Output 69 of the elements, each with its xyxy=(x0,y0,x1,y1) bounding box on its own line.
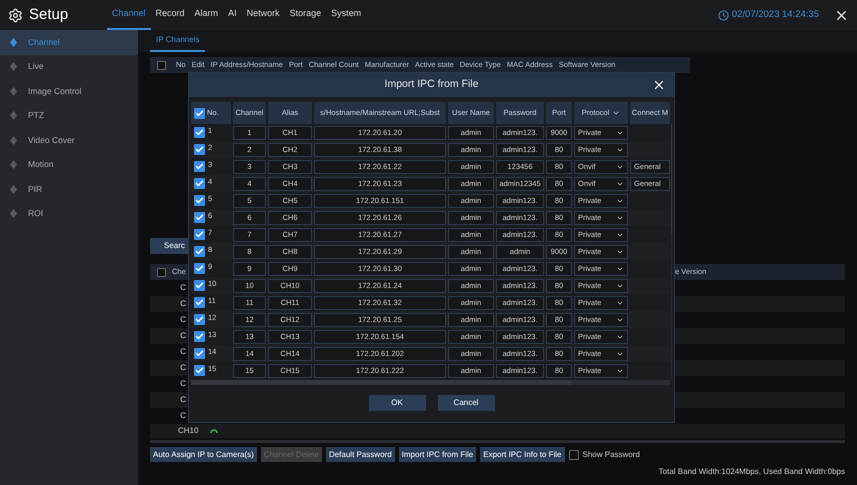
sub-tab[interactable]: IP Channels xyxy=(150,30,206,52)
checkbox[interactable] xyxy=(156,268,166,276)
checkbox[interactable] xyxy=(194,263,205,274)
diamond-icon xyxy=(10,86,17,96)
cancel-button[interactable]: Cancel xyxy=(438,395,494,411)
table-cell: CH10 xyxy=(178,425,198,437)
checkbox[interactable] xyxy=(194,212,205,223)
checkbox[interactable] xyxy=(568,450,578,460)
checkbox[interactable] xyxy=(156,60,166,70)
checkbox[interactable] xyxy=(194,348,205,359)
action-button[interactable]: Export IPC Info to File xyxy=(480,447,564,462)
table-cell-text: C xyxy=(179,330,187,342)
diamond-icon xyxy=(10,111,17,120)
menu-tab[interactable]: AI xyxy=(223,0,242,30)
search-button[interactable]: Searc xyxy=(150,238,188,254)
table-cell-text: C xyxy=(179,410,187,422)
checkbox[interactable] xyxy=(194,365,205,376)
diamond-icon xyxy=(10,209,17,218)
sidebar-item[interactable]: PIR xyxy=(0,177,138,202)
checkbox[interactable] xyxy=(194,280,205,291)
checkbox[interactable] xyxy=(194,144,205,155)
menu-tab[interactable]: System xyxy=(326,0,366,30)
dialog-title: Import IPC from File xyxy=(384,77,478,92)
vertical-scrollbar[interactable] xyxy=(671,124,672,379)
table-cell-text: C xyxy=(179,314,187,326)
checkbox[interactable] xyxy=(194,229,205,240)
table-cell-text: C xyxy=(179,394,187,406)
diamond-icon xyxy=(10,160,17,170)
sidebar-item[interactable]: Image Control xyxy=(0,79,138,104)
table-cell-text: C xyxy=(179,298,187,310)
sidebar-item[interactable]: ROI xyxy=(0,202,138,226)
checkbox[interactable] xyxy=(194,246,205,257)
checkbox[interactable] xyxy=(194,195,205,206)
chevron-down-icon[interactable] xyxy=(612,109,620,117)
checkbox[interactable] xyxy=(194,297,205,308)
checkbox[interactable] xyxy=(194,161,205,172)
checkbox[interactable] xyxy=(194,331,205,342)
sidebar-item[interactable]: Live xyxy=(0,54,138,79)
sidebar-item[interactable]: PTZ xyxy=(0,104,138,128)
sidebar-item[interactable]: Video Cover xyxy=(0,128,138,152)
table-cell-text: C xyxy=(179,378,187,390)
bandwidth-text: Total Band Width:1024Mbps, Used Band Width:0bps xyxy=(658,466,845,478)
action-button[interactable]: Import IPC from File xyxy=(398,447,476,462)
diamond-icon xyxy=(10,38,17,47)
diamond-icon xyxy=(10,184,17,194)
menu-tab[interactable]: Alarm xyxy=(190,0,224,30)
date-time: 02/07/2023 14:24:35 xyxy=(732,8,819,22)
menu-tab[interactable]: Storage xyxy=(284,0,326,30)
menu-tab[interactable]: Network xyxy=(242,0,285,30)
diamond-icon xyxy=(10,136,17,145)
horizontal-scrollbar[interactable] xyxy=(191,380,670,385)
menu-tab[interactable]: Record xyxy=(150,0,190,30)
checkbox-label: Show Password xyxy=(582,448,640,460)
settings-icon xyxy=(8,8,23,22)
action-button[interactable]: Default Password xyxy=(326,447,395,462)
table-cell-text: C xyxy=(179,346,187,358)
page-title: Setup xyxy=(29,4,70,25)
action-button[interactable]: Auto Assign IP to Camera(s) xyxy=(150,447,257,462)
clock-icon xyxy=(718,10,729,20)
checkbox[interactable] xyxy=(194,127,205,138)
checkbox[interactable] xyxy=(194,108,205,118)
sidebar-item[interactable]: Motion xyxy=(0,152,138,177)
checkbox[interactable] xyxy=(194,314,205,325)
table-cell-text: C xyxy=(179,362,187,374)
checkbox[interactable] xyxy=(194,178,205,189)
table-cell-text: C xyxy=(179,282,187,294)
close-icon[interactable] xyxy=(652,78,666,92)
diamond-icon xyxy=(10,62,17,72)
ok-button[interactable]: OK xyxy=(368,395,426,411)
